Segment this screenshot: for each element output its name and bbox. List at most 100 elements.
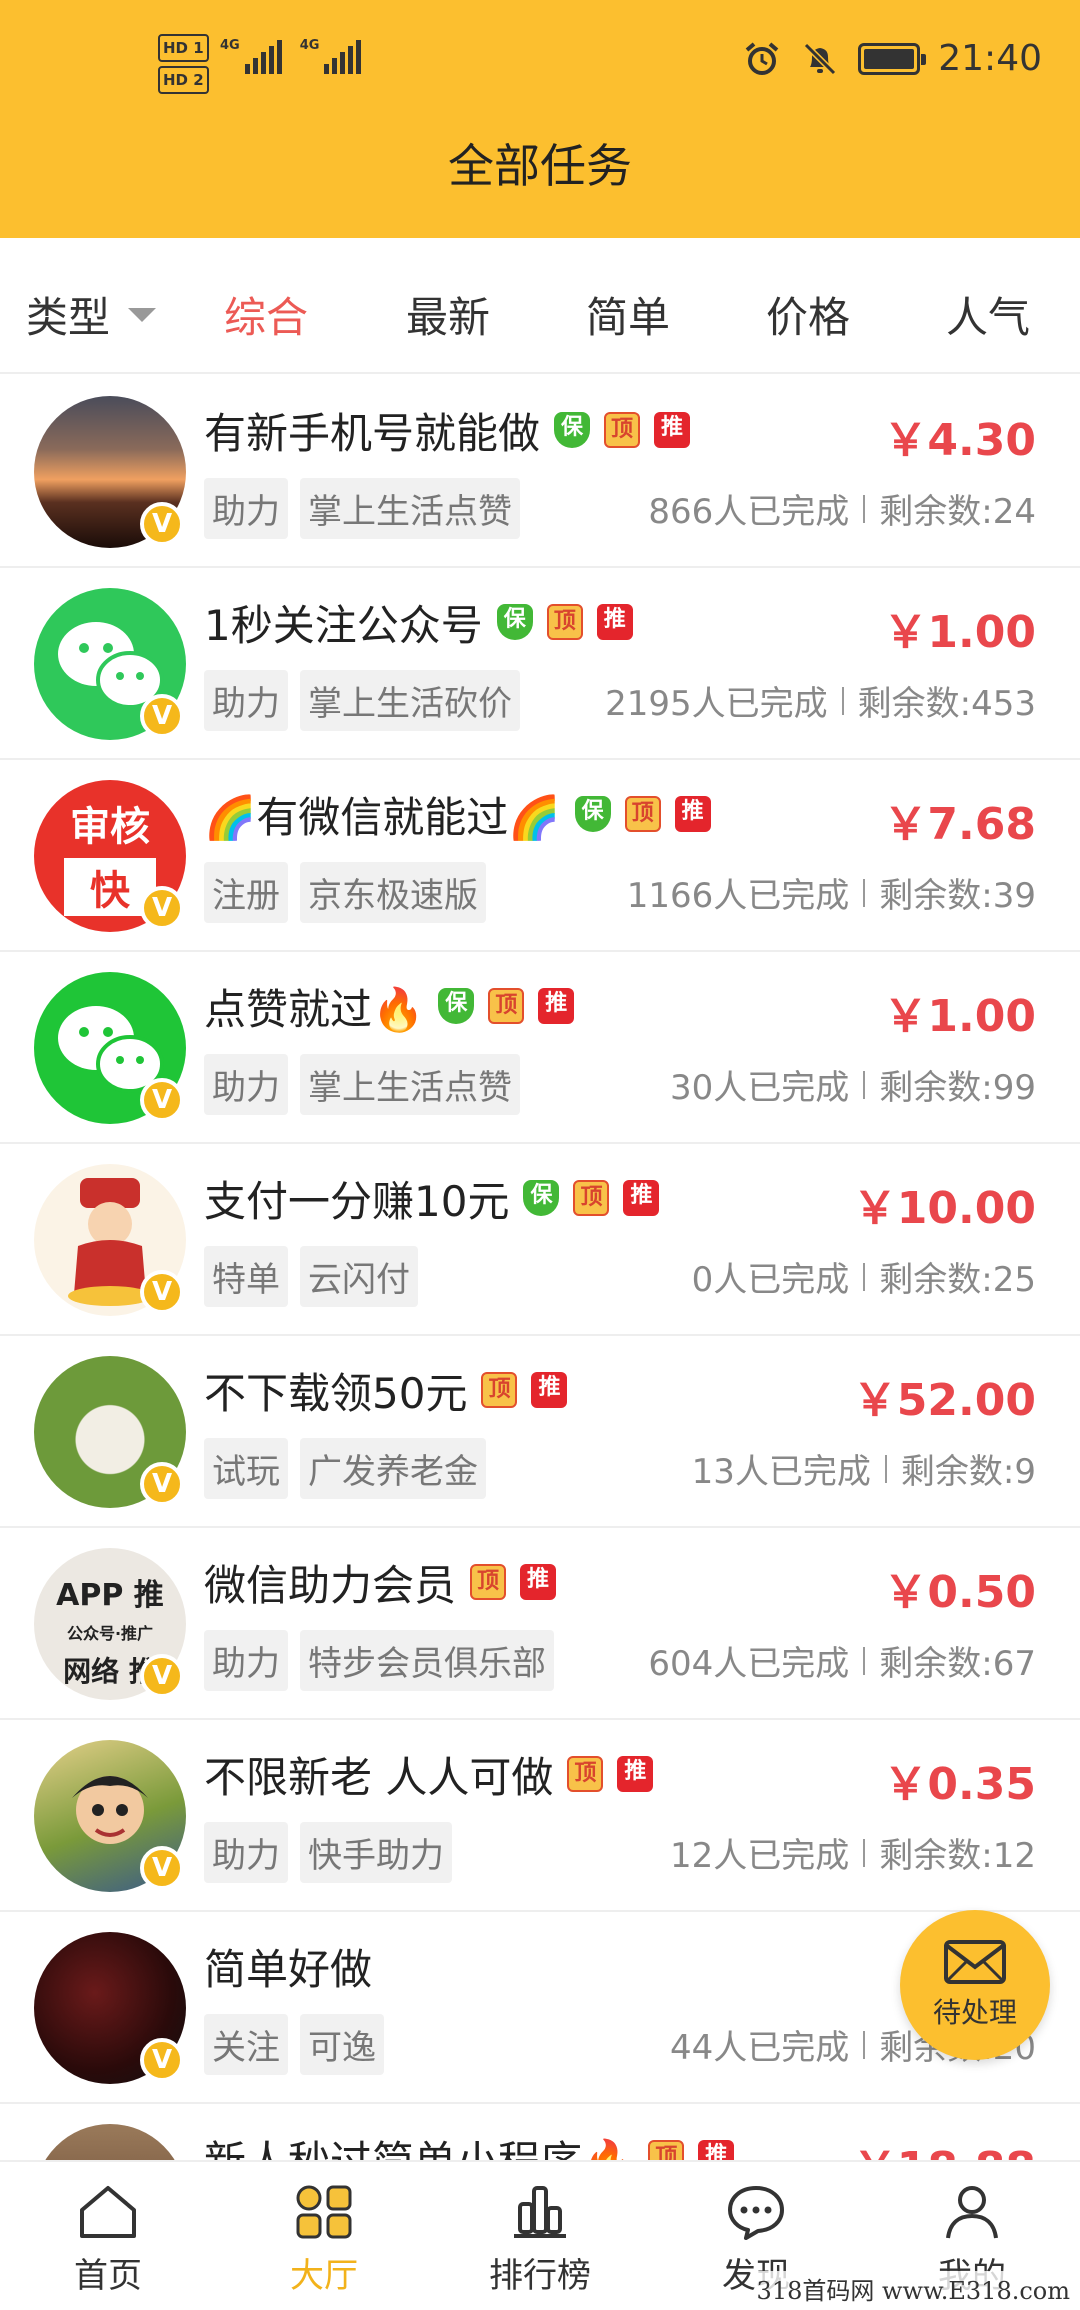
remaining-count: 剩余数:453 <box>857 684 1036 724</box>
task-chips: 试玩 广发养老金 <box>204 1438 486 1499</box>
task-title: 不下载领50元 <box>204 1368 468 1418</box>
remaining-count: 剩余数:67 <box>879 1644 1036 1684</box>
task-price: ￥10.00 <box>852 1183 1036 1234</box>
nav-hall[interactable]: 大厅 <box>216 2162 432 2310</box>
status-bar: HD 1 HD 2 4G 4G 21:40 <box>0 0 1080 120</box>
signal-group: 4G 4G <box>220 38 362 74</box>
task-title: 1秒关注公众号 <box>204 600 483 650</box>
tab-simple[interactable]: 简单 <box>586 284 670 345</box>
top-tag: 顶 <box>470 1564 507 1600</box>
project-chip: 掌上生活点赞 <box>300 478 520 539</box>
task-price: ￥0.50 <box>883 1567 1036 1618</box>
top-tag: 顶 <box>488 988 525 1024</box>
project-chip: 云闪付 <box>300 1246 418 1307</box>
type-filter-label: 类型 <box>26 293 111 342</box>
title-row: 🌈有微信就能过🌈 保 顶 推 <box>204 784 711 844</box>
sim1-label: HD 1 <box>158 34 209 62</box>
task-item[interactable]: V 1秒关注公众号 保 顶 推 ￥1.00 助力 掌上生活砍价 2195人已完成… <box>0 568 1080 760</box>
task-title: 有新手机号就能做 <box>204 408 541 458</box>
recommend-tag: 推 <box>674 796 711 832</box>
title-row: 支付一分赚10元 保 顶 推 <box>204 1168 660 1228</box>
completed-count: 12人已完成 <box>670 1836 850 1876</box>
tab-price[interactable]: 价格 <box>766 284 850 345</box>
signal-strength-icon: 4G <box>220 38 282 74</box>
pending-fab-button[interactable]: 待处理 <box>900 1910 1050 2060</box>
grid-icon <box>296 2185 352 2238</box>
mail-icon <box>944 1940 1006 1984</box>
bar-chart-icon <box>514 2185 566 2238</box>
project-chip: 快手助力 <box>300 1822 452 1883</box>
avatar-text: APP 推 <box>56 1578 164 1613</box>
title-row: 1秒关注公众号 保 顶 推 <box>204 592 633 652</box>
remaining-count: 剩余数:25 <box>879 1260 1036 1300</box>
nav-ranking[interactable]: 排行榜 <box>432 2162 648 2310</box>
task-chips: 注册 京东极速版 <box>204 862 486 923</box>
task-stats: 13人已完成 剩余数:9 <box>692 1444 1036 1493</box>
task-item[interactable]: 审核 快 V 🌈有微信就能过🌈 保 顶 推 ￥7.68 注册 京东极速版 116… <box>0 760 1080 952</box>
network-type-label: 4G <box>220 38 240 53</box>
network-type-label: 4G <box>299 38 320 53</box>
top-tag: 顶 <box>567 1756 604 1792</box>
vip-badge: V <box>140 1078 184 1122</box>
sim2-label: HD 2 <box>158 66 209 94</box>
task-price: ￥1.00 <box>883 991 1036 1042</box>
type-filter-dropdown[interactable]: 类型 <box>26 284 157 345</box>
title-row: 微信助力会员 顶 推 <box>204 1552 557 1612</box>
category-chip: 助力 <box>204 1822 288 1883</box>
project-chip: 广发养老金 <box>300 1438 486 1499</box>
status-time: 21:40 <box>938 38 1042 79</box>
divider <box>863 2030 866 2059</box>
task-chips: 助力 特步会员俱乐部 <box>204 1630 554 1691</box>
remaining-count: 剩余数:99 <box>879 1068 1036 1108</box>
task-chips: 助力 掌上生活点赞 <box>204 478 520 539</box>
vip-badge: V <box>140 886 184 930</box>
task-title: 支付一分赚10元 <box>204 1176 510 1226</box>
category-chip: 助力 <box>204 1054 288 1115</box>
completed-count: 44人已完成 <box>670 2028 850 2068</box>
task-title: 简单好做 <box>204 1944 373 1994</box>
task-item[interactable]: APP 推 公众号·推广 网络 推 V 微信助力会员 顶 推 ￥0.50 助力 … <box>0 1528 1080 1720</box>
task-item[interactable]: V 点赞就过🔥 保 顶 推 ￥1.00 助力 掌上生活点赞 30人已完成 剩余数… <box>0 952 1080 1144</box>
vip-badge: V <box>140 694 184 738</box>
category-chip: 试玩 <box>204 1438 288 1499</box>
signal-strength-icon: 4G <box>300 38 362 74</box>
task-item[interactable]: V 不下载领50元 顶 推 ￥52.00 试玩 广发养老金 13人已完成 剩余数… <box>0 1336 1080 1528</box>
nav-home[interactable]: 首页 <box>0 2162 216 2310</box>
task-price: ￥1.00 <box>883 607 1036 658</box>
vip-badge: V <box>140 1846 184 1890</box>
divider <box>884 1454 887 1483</box>
pending-label: 待处理 <box>932 1996 1017 2029</box>
recommend-tag: 推 <box>531 1372 568 1408</box>
task-stats: 604人已完成 剩余数:67 <box>648 1636 1036 1685</box>
chat-bubble-icon <box>728 2185 784 2240</box>
battery-icon <box>858 42 927 75</box>
recommend-tag: 推 <box>596 604 633 640</box>
tab-newest[interactable]: 最新 <box>406 284 490 345</box>
top-tag: 顶 <box>481 1372 518 1408</box>
task-item[interactable]: V 不限新老 人人可做 顶 推 ￥0.35 助力 快手助力 12人已完成 剩余数… <box>0 1720 1080 1912</box>
top-tag: 顶 <box>573 1180 610 1216</box>
task-title: 点赞就过🔥 <box>204 984 425 1034</box>
vip-badge: V <box>140 1462 184 1506</box>
filter-bar: 类型 综合 最新 简单 价格 人气 <box>0 238 1080 374</box>
task-item[interactable]: V 有新手机号就能做 保 顶 推 ￥4.30 助力 掌上生活点赞 866人已完成… <box>0 376 1080 568</box>
recommend-tag: 推 <box>520 1564 557 1600</box>
top-tag: 顶 <box>624 796 661 832</box>
tab-comprehensive[interactable]: 综合 <box>224 284 308 345</box>
task-item[interactable]: V 支付一分赚10元 保 顶 推 ￥10.00 特单 云闪付 0人已完成 剩余数… <box>0 1144 1080 1336</box>
tab-popularity[interactable]: 人气 <box>946 284 1030 345</box>
category-chip: 助力 <box>204 1630 288 1691</box>
vip-badge: V <box>140 502 184 546</box>
category-chip: 助力 <box>204 670 288 731</box>
task-chips: 关注 可逸 <box>204 2014 384 2075</box>
guarantee-tag: 保 <box>574 796 611 832</box>
vip-badge: V <box>140 1654 184 1698</box>
guarantee-tag: 保 <box>438 988 475 1024</box>
task-title: 不限新老 人人可做 <box>204 1752 554 1802</box>
category-chip: 助力 <box>204 478 288 539</box>
caret-down-icon <box>128 307 157 322</box>
task-stats: 30人已完成 剩余数:99 <box>670 1060 1036 1109</box>
top-tag: 顶 <box>546 604 583 640</box>
divider <box>863 878 866 907</box>
sim-indicator: HD 1 HD 2 <box>158 34 209 98</box>
